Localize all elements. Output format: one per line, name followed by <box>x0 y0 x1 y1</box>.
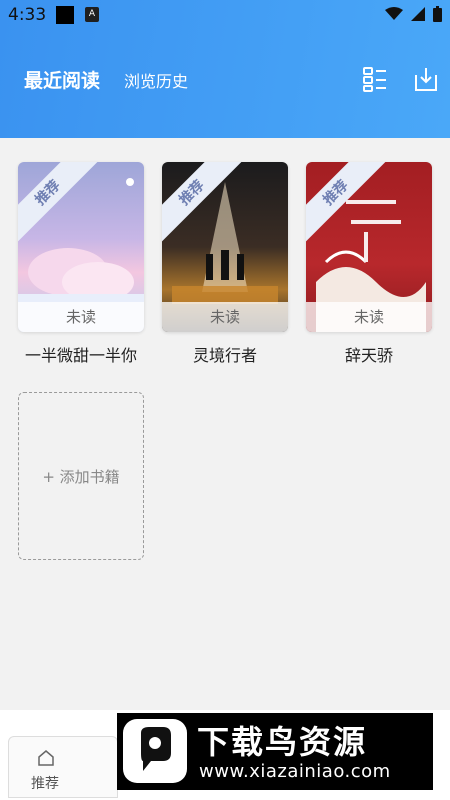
unread-label: 未读 <box>162 302 288 332</box>
wifi-icon <box>385 7 403 20</box>
unread-label: 未读 <box>306 302 432 332</box>
header: 4:33 A 最近阅读 浏览历史 <box>0 0 450 138</box>
notification-icon <box>56 6 74 24</box>
book-title: 辞天骄 <box>344 346 393 365</box>
home-icon <box>38 750 54 766</box>
watermark-logo <box>123 719 187 783</box>
tab-recent-reading[interactable]: 最近阅读 <box>24 66 100 93</box>
book-item[interactable]: 推荐 未读 灵境行者 <box>162 162 288 366</box>
battery-icon <box>433 6 442 22</box>
list-view-icon[interactable] <box>362 66 388 92</box>
book-cover: 推荐 未读 <box>162 162 288 332</box>
signal-icon <box>411 7 425 21</box>
watermark-url: www.xiazainiao.com <box>199 761 391 782</box>
status-bar: 4:33 A <box>0 0 450 30</box>
tab-browse-history[interactable]: 浏览历史 <box>124 68 188 92</box>
book-item[interactable]: 推荐 未读 辞天骄 <box>306 162 432 366</box>
book-cover: 推荐 未读 <box>306 162 432 332</box>
book-cover: 推荐 未读 <box>18 162 144 332</box>
add-book-button[interactable]: + 添加书籍 <box>18 392 144 560</box>
tab-recommend[interactable]: 推荐 <box>8 736 118 798</box>
unread-label: 未读 <box>18 302 144 332</box>
import-download-icon[interactable] <box>413 66 439 92</box>
book-title: 一半微甜一半你 <box>24 346 137 365</box>
app-badge-icon: A <box>85 7 99 22</box>
book-title: 灵境行者 <box>192 346 257 365</box>
book-item[interactable]: 推荐 未读 一半微甜一半你 <box>18 162 144 366</box>
title-row: 最近阅读 浏览历史 <box>0 60 450 96</box>
watermark-banner: 下载鸟资源 www.xiazainiao.com <box>117 713 433 790</box>
watermark-title: 下载鸟资源 <box>197 723 368 761</box>
tab-recommend-label: 推荐 <box>31 776 59 792</box>
status-time: 4:33 <box>8 5 47 25</box>
